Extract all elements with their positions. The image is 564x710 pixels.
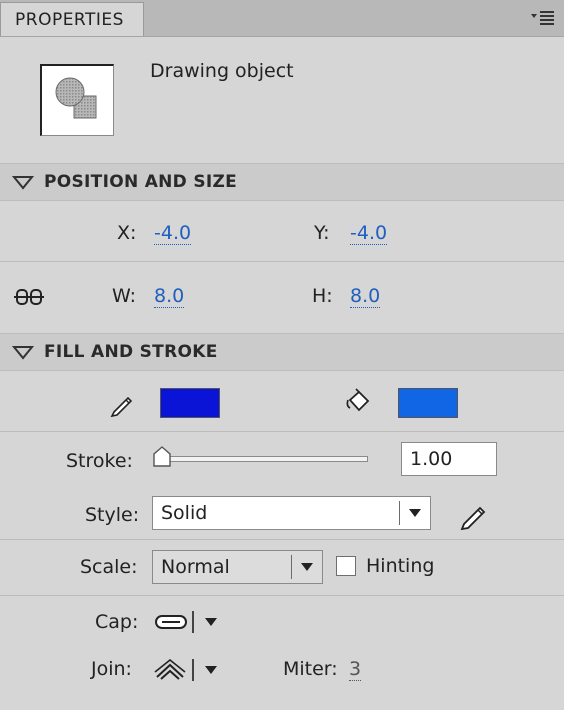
join-round-icon bbox=[154, 659, 186, 680]
scale-dropdown[interactable]: Normal bbox=[152, 550, 323, 584]
divider bbox=[0, 539, 564, 540]
chevron-down-icon[interactable] bbox=[292, 562, 322, 572]
chevron-down-icon[interactable] bbox=[204, 617, 218, 627]
stroke-style-dropdown[interactable]: Solid bbox=[152, 496, 431, 530]
h-value[interactable]: 8.0 bbox=[350, 285, 381, 308]
paint-bucket-icon bbox=[346, 388, 370, 412]
join-label: Join: bbox=[91, 658, 132, 680]
dropdown-separator bbox=[192, 611, 194, 633]
scale-label: Scale: bbox=[80, 556, 138, 578]
section-position-size[interactable]: POSITION AND SIZE bbox=[0, 163, 564, 201]
section-title: FILL AND STROKE bbox=[44, 342, 218, 362]
stroke-style-value: Solid bbox=[161, 502, 208, 524]
stroke-label: Stroke: bbox=[66, 450, 133, 472]
tab-properties[interactable]: PROPERTIES bbox=[0, 2, 144, 36]
x-value[interactable]: -4.0 bbox=[154, 222, 192, 245]
section-fill-stroke[interactable]: FILL AND STROKE bbox=[0, 333, 564, 371]
panel-menu-icon[interactable] bbox=[530, 8, 556, 28]
hinting-label: Hinting bbox=[366, 555, 435, 577]
h-label: H: bbox=[312, 285, 333, 307]
chevron-down-icon[interactable] bbox=[400, 508, 430, 518]
properties-panel: PROPERTIES Drawing object POSITION AND S… bbox=[0, 0, 564, 710]
drawing-object-icon bbox=[40, 64, 114, 136]
stroke-width-value: 1.00 bbox=[410, 448, 453, 470]
cap-label: Cap: bbox=[95, 611, 139, 633]
fill-color-swatch[interactable] bbox=[398, 388, 458, 418]
miter-value[interactable]: 3 bbox=[349, 658, 362, 681]
chevron-down-icon[interactable] bbox=[204, 665, 218, 675]
style-label: Style: bbox=[85, 504, 140, 526]
stroke-width-input[interactable]: 1.00 bbox=[401, 442, 497, 476]
collapse-triangle-icon[interactable] bbox=[12, 174, 34, 190]
cap-round-icon bbox=[155, 615, 187, 629]
cap-dropdown[interactable] bbox=[154, 608, 224, 636]
y-value[interactable]: -4.0 bbox=[350, 222, 388, 245]
join-dropdown[interactable] bbox=[154, 656, 224, 684]
pencil-icon bbox=[110, 396, 133, 418]
panel-tab-bar: PROPERTIES bbox=[0, 0, 564, 37]
link-constrain-icon[interactable] bbox=[14, 286, 44, 308]
object-type-label: Drawing object bbox=[150, 60, 294, 82]
divider bbox=[0, 431, 564, 432]
tab-properties-label: PROPERTIES bbox=[15, 9, 124, 30]
divider bbox=[0, 595, 564, 596]
stroke-color-swatch[interactable] bbox=[160, 388, 220, 418]
section-title: POSITION AND SIZE bbox=[44, 172, 238, 192]
y-label: Y: bbox=[314, 222, 330, 244]
miter-label: Miter: bbox=[283, 658, 338, 680]
stroke-slider-thumb[interactable] bbox=[151, 446, 173, 468]
x-label: X: bbox=[117, 222, 137, 244]
edit-stroke-style-icon[interactable] bbox=[458, 500, 490, 530]
collapse-triangle-icon[interactable] bbox=[12, 344, 34, 360]
hinting-checkbox[interactable] bbox=[336, 556, 356, 576]
stroke-slider-track[interactable] bbox=[158, 456, 368, 462]
w-value[interactable]: 8.0 bbox=[154, 285, 185, 308]
dropdown-separator bbox=[192, 659, 194, 681]
w-label: W: bbox=[112, 285, 137, 307]
scale-value: Normal bbox=[161, 556, 230, 578]
divider bbox=[0, 261, 564, 262]
